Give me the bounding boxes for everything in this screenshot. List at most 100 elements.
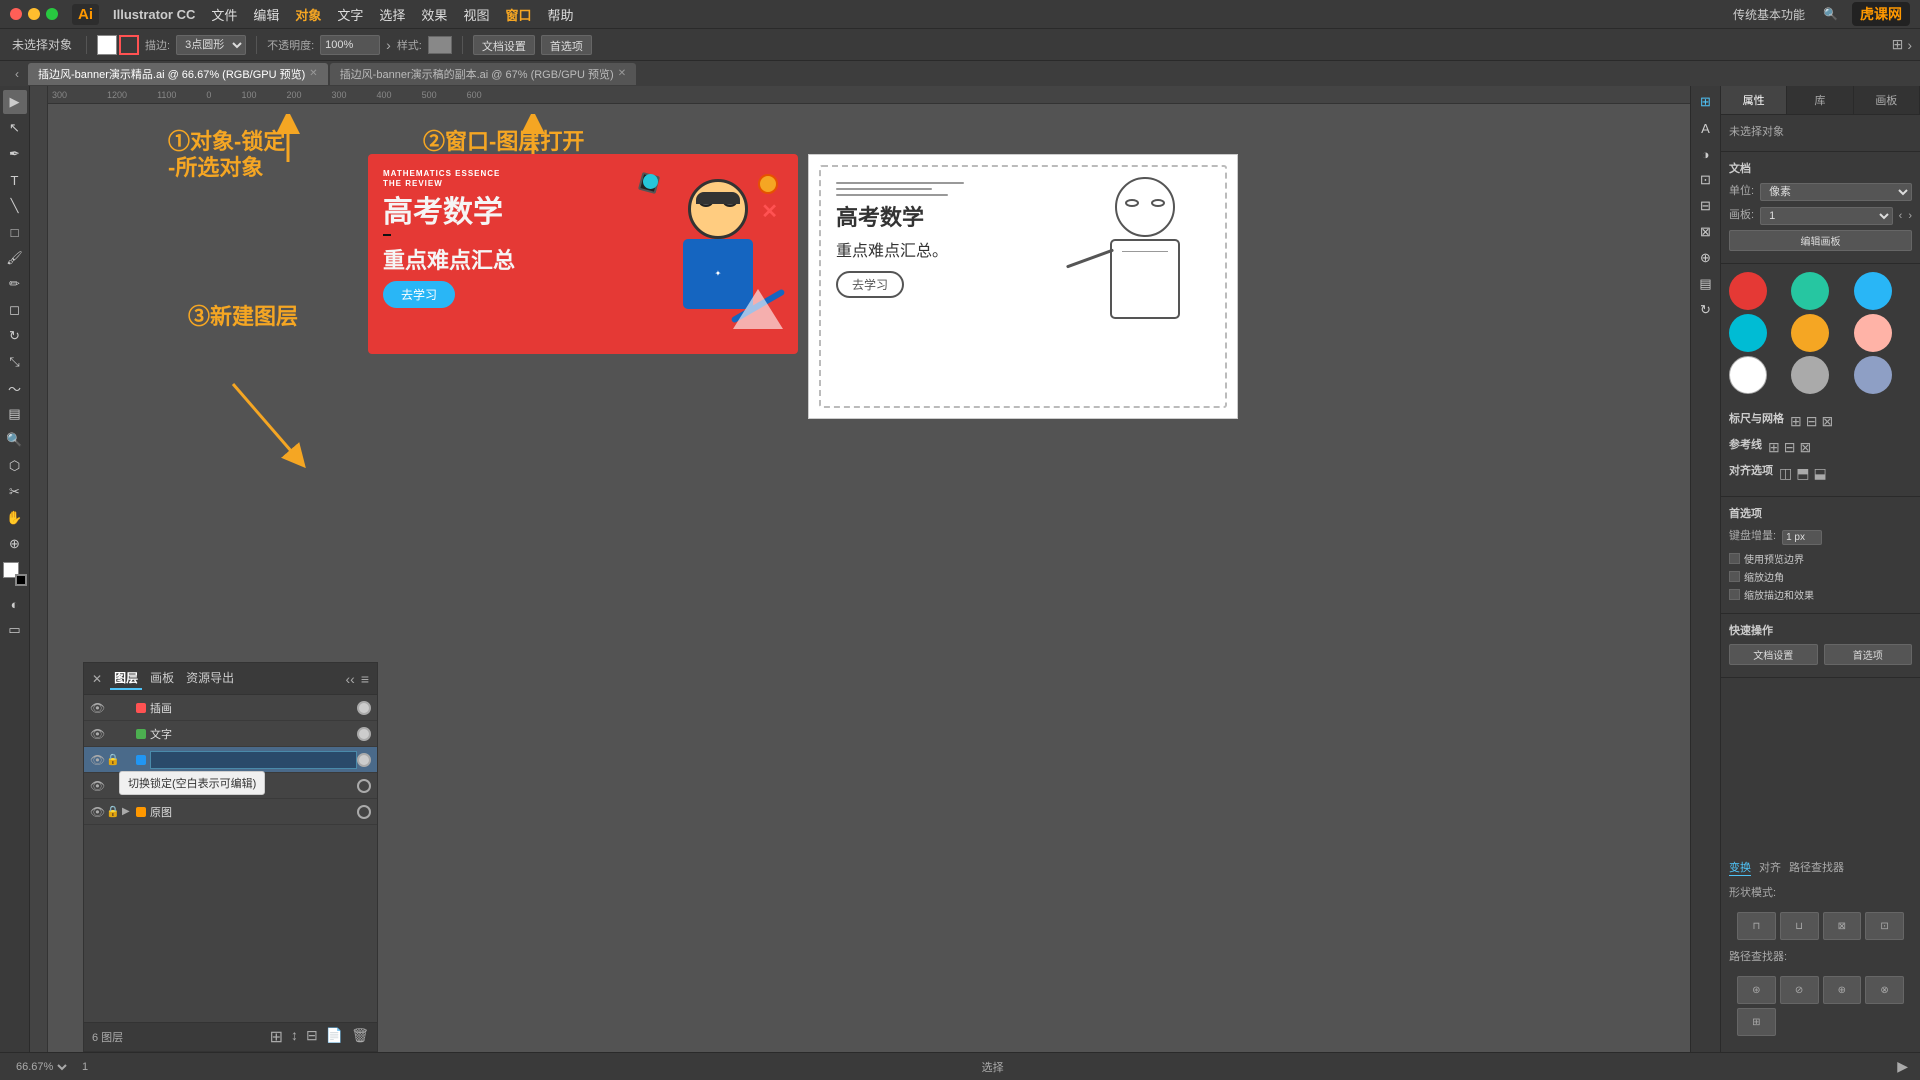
gradient-tool[interactable]: ▤: [3, 402, 27, 426]
ai-type-icon[interactable]: A: [1694, 116, 1718, 140]
blend-tool[interactable]: ⬡: [3, 454, 27, 478]
screen-mode-icon[interactable]: ▭: [3, 618, 27, 642]
rotate-tool[interactable]: ↻: [3, 324, 27, 348]
layers-tab-artboard[interactable]: 画板: [146, 667, 178, 690]
align-icon-2[interactable]: ⬒: [1796, 465, 1809, 482]
stroke-icon[interactable]: ⊕: [1694, 246, 1718, 270]
doc-settings-btn[interactable]: 文档设置: [473, 35, 535, 55]
rotate-panel-icon[interactable]: ↻: [1694, 298, 1718, 322]
rp-scale-stroke-checkbox[interactable]: [1729, 589, 1740, 600]
swatch-red[interactable]: [1729, 272, 1767, 310]
status-play-icon[interactable]: ▶: [1897, 1058, 1908, 1075]
rp-tab-artboard[interactable]: 画板: [1854, 86, 1920, 114]
layers-tab-layers[interactable]: 图层: [110, 667, 142, 690]
swatch-teal[interactable]: [1791, 272, 1829, 310]
layer-eye-editing[interactable]: 👁: [90, 753, 106, 767]
eyedropper-tool[interactable]: 🔍: [3, 428, 27, 452]
shape-mode-3[interactable]: ⊠: [1823, 912, 1862, 940]
guide-icon-1[interactable]: ⊞: [1768, 439, 1780, 456]
menu-effect[interactable]: 效果: [421, 5, 447, 24]
line-tool[interactable]: ╲: [3, 194, 27, 218]
ruler-grid-icon-3[interactable]: ⊠: [1821, 413, 1833, 430]
paintbrush-tool[interactable]: 🖌: [3, 246, 27, 270]
layer-eye-illustration[interactable]: 👁: [90, 701, 106, 715]
color-guide-icon[interactable]: ◑: [1694, 142, 1718, 166]
guide-icon-2[interactable]: ⊟: [1784, 439, 1796, 456]
style-preview[interactable]: [428, 36, 452, 54]
stroke-type-select[interactable]: 3点圆形: [176, 35, 246, 55]
align-icon-3[interactable]: ⬓: [1813, 465, 1826, 482]
swatch-bluegray[interactable]: [1854, 356, 1892, 394]
pen-tool[interactable]: ✒: [3, 142, 27, 166]
ruler-grid-icon-2[interactable]: ⊟: [1806, 413, 1818, 430]
close-dot[interactable]: [10, 8, 22, 20]
function-dropdown[interactable]: 传统基本功能: [1729, 4, 1809, 25]
menu-edit[interactable]: 编辑: [253, 5, 279, 24]
rp-scale-corner-checkbox[interactable]: [1729, 571, 1740, 582]
menu-text[interactable]: 文字: [337, 5, 363, 24]
rp-artboard-next[interactable]: ›: [1908, 210, 1912, 222]
new-layer-btn[interactable]: 📄: [326, 1027, 343, 1047]
rp-artboard-select[interactable]: 1: [1760, 207, 1893, 225]
swatch-lightblue[interactable]: [1854, 272, 1892, 310]
menu-view[interactable]: 视图: [463, 5, 489, 24]
search-icon[interactable]: 🔍: [1819, 5, 1842, 23]
rect-tool[interactable]: □: [3, 220, 27, 244]
opacity-right-arrow[interactable]: ›: [386, 37, 391, 53]
swatch-gray[interactable]: [1791, 356, 1829, 394]
warp-tool[interactable]: 〜: [3, 376, 27, 400]
tab-2-close[interactable]: ✕: [618, 68, 626, 79]
tab-scroll-left[interactable]: ‹: [8, 65, 26, 83]
direct-select-tool[interactable]: ↖: [3, 116, 27, 140]
pencil-tool[interactable]: ✏: [3, 272, 27, 296]
rp-btab-transform[interactable]: 变换: [1729, 859, 1751, 876]
menu-file[interactable]: 文件: [211, 5, 237, 24]
type-tool[interactable]: T: [3, 168, 27, 192]
tab-2[interactable]: 插边风-banner演示稿的副本.ai @ 67% (RGB/GPU 预览) ✕: [330, 63, 636, 85]
zoom-tool[interactable]: ⊕: [3, 532, 27, 556]
scissors-tool[interactable]: ✂: [3, 480, 27, 504]
layer-lock-original[interactable]: 🔒: [106, 805, 122, 818]
align-icon-1[interactable]: ◫: [1779, 465, 1792, 482]
path-finder-2[interactable]: ⊘: [1780, 976, 1819, 1004]
path-finder-4[interactable]: ⊗: [1865, 976, 1904, 1004]
stroke-color[interactable]: [119, 35, 139, 55]
path-finder-5[interactable]: ⊞: [1737, 1008, 1776, 1036]
expand-icon[interactable]: ›: [1907, 37, 1912, 53]
swatch-salmon[interactable]: [1854, 314, 1892, 352]
layers-menu-icon[interactable]: ≡: [361, 671, 369, 687]
transform-icon[interactable]: ⊡: [1694, 168, 1718, 192]
layer-item-illustration[interactable]: 👁 插画: [84, 695, 377, 721]
shape-mode-1[interactable]: ⊓: [1737, 912, 1776, 940]
arrange-icon[interactable]: ⊞: [1892, 36, 1904, 53]
layer-expand-original[interactable]: ▶: [122, 806, 136, 817]
swatch-white[interactable]: [1729, 356, 1767, 394]
rp-artboard-prev[interactable]: ‹: [1899, 210, 1903, 222]
opacity-input[interactable]: [320, 35, 380, 55]
rp-keyboard-input[interactable]: [1782, 530, 1822, 545]
layer-eye-color[interactable]: 👁: [90, 779, 106, 793]
layers-tab-export[interactable]: 资源导出: [182, 667, 238, 690]
path-finder-1[interactable]: ⊛: [1737, 976, 1776, 1004]
layer-item-editing[interactable]: 👁 🔒: [84, 747, 377, 773]
fill-color[interactable]: [97, 35, 117, 55]
rp-quick-preferences[interactable]: 首选项: [1824, 644, 1913, 665]
path-finder-3[interactable]: ⊕: [1823, 976, 1862, 1004]
guide-icon-3[interactable]: ⊠: [1799, 439, 1811, 456]
rp-btab-pathfinder[interactable]: 路径查找器: [1789, 859, 1844, 876]
align-icon[interactable]: ⊟: [1694, 194, 1718, 218]
copy-layer-btn[interactable]: ⊟: [306, 1027, 318, 1047]
properties-icon[interactable]: ⊞: [1694, 90, 1718, 114]
ruler-grid-icon-1[interactable]: ⊞: [1790, 413, 1802, 430]
layer-eye-original[interactable]: 👁: [90, 805, 106, 819]
rp-btab-align[interactable]: 对齐: [1759, 859, 1781, 876]
swatch-orange[interactable]: [1791, 314, 1829, 352]
layer-item-text[interactable]: 👁 文字: [84, 721, 377, 747]
rp-preview-checkbox[interactable]: [1729, 553, 1740, 564]
banner-cta-button[interactable]: 去学习: [383, 281, 455, 308]
move-layer-btn[interactable]: ↕: [291, 1027, 298, 1047]
select-tool[interactable]: ▶: [3, 90, 27, 114]
new-layer-from-btn[interactable]: ⊞: [270, 1027, 283, 1047]
layers-collapse-icon[interactable]: ‹‹: [346, 671, 355, 687]
rp-unit-select[interactable]: 像素: [1760, 183, 1912, 201]
